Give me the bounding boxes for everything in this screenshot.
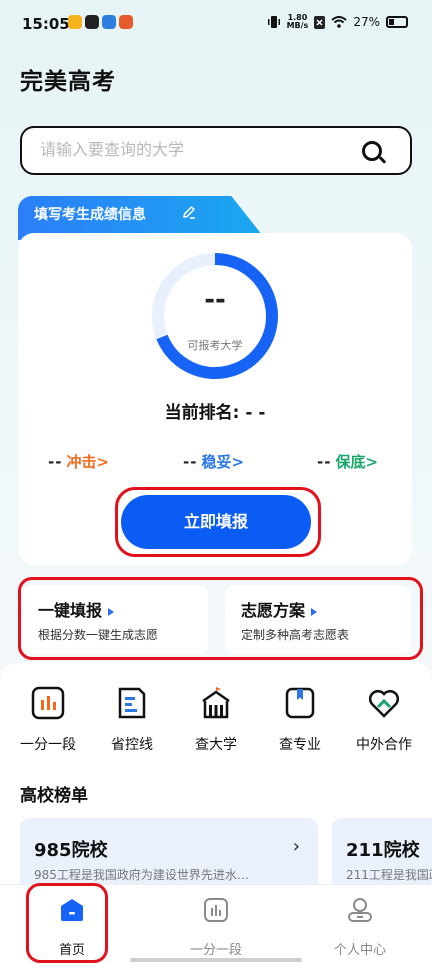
battery-icon — [386, 16, 408, 28]
feature-label: 查专业 — [279, 737, 321, 753]
nav-label: 个人中心 — [333, 943, 386, 958]
nav-score-rank[interactable]: 一分一段 — [171, 897, 261, 958]
feature-control-line[interactable]: 省控线 — [92, 686, 172, 754]
weibo-icon — [68, 15, 82, 29]
arrow-right-icon — [108, 607, 115, 616]
feature-label: 查大学 — [195, 737, 237, 753]
feature-label: 中外合作 — [356, 737, 412, 753]
arrow-right-icon — [311, 607, 318, 616]
gauge-value: -- — [204, 285, 226, 315]
heart-handshake-icon — [368, 689, 400, 718]
feature-score-rank[interactable]: 一分一段 — [8, 686, 88, 754]
score-card: -- 可报考大学 当前排名: - - -- 冲击> -- 稳妥> -- 保底> 立即填… — [18, 233, 412, 565]
chevron-right-icon: › — [292, 836, 300, 857]
pencil-icon — [183, 205, 196, 219]
rank-card-description: 985工程是我国政府为建设世界先进水… — [34, 868, 249, 882]
current-rank: 当前排名: - - — [164, 403, 266, 423]
app-icon — [102, 15, 116, 29]
plan-title: 志愿方案 — [241, 601, 306, 620]
admission-gauge: -- 可报考大学 — [148, 249, 282, 383]
status-bar: 15:05 1.80 MB/s 27% — [0, 0, 432, 50]
feature-university[interactable]: 查大学 — [176, 686, 256, 754]
rank-card-title: 985院校 — [34, 840, 108, 861]
bar-chart-icon — [31, 686, 65, 720]
university-icon — [202, 687, 230, 719]
category-rush[interactable]: -- 冲击> — [48, 451, 109, 472]
one-click-fill-title: 一键填报 — [38, 601, 103, 620]
one-click-fill-subtitle: 根据分数一键生成志愿 — [38, 628, 159, 642]
home-icon — [61, 899, 83, 921]
status-indicators: 1.80 MB/s 27% — [267, 14, 408, 30]
app-title: 完美高考 — [20, 69, 116, 95]
gauge-label: 可报考大学 — [187, 339, 243, 352]
app-icon — [85, 15, 99, 29]
one-click-fill-card[interactable]: 一键填报 根据分数一键生成志愿 — [22, 585, 208, 654]
submit-application-button[interactable]: 立即填报 — [121, 495, 311, 549]
wifi-icon — [331, 16, 347, 28]
feature-cooperation[interactable]: 中外合作 — [344, 686, 424, 754]
notification-icons — [68, 15, 133, 29]
bottom-navigation: 首页 一分一段 个人中心 — [0, 884, 432, 964]
feature-label: 一分一段 — [20, 737, 76, 753]
search-bar[interactable] — [20, 126, 412, 175]
search-icon[interactable] — [362, 141, 382, 161]
plan-card[interactable]: 志愿方案 定制多种高考志愿表 — [225, 585, 411, 654]
app-icon — [119, 15, 133, 29]
bar-chart-icon — [204, 898, 228, 922]
home-indicator — [130, 958, 302, 962]
nav-label: 一分一段 — [189, 943, 242, 958]
status-time: 15:05 — [22, 15, 70, 33]
feature-label: 省控线 — [111, 737, 153, 753]
gauge-ring — [152, 253, 278, 379]
battery-level: 27% — [353, 15, 380, 29]
network-speed: 1.80 MB/s — [286, 13, 309, 30]
plan-subtitle: 定制多种高考志愿表 — [241, 628, 350, 642]
feature-major[interactable]: 查专业 — [260, 686, 340, 754]
rank-card-description: 211工程是我国政 — [346, 868, 432, 882]
nav-profile[interactable]: 个人中心 — [315, 897, 405, 958]
bookmark-icon — [285, 687, 315, 719]
nav-label: 首页 — [58, 943, 85, 958]
document-icon — [118, 687, 146, 719]
search-input[interactable] — [40, 140, 340, 159]
nav-home[interactable]: 首页 — [27, 897, 117, 958]
rankings-title: 高校榜单 — [20, 786, 88, 806]
rank-card-title: 211院校 — [346, 840, 420, 861]
score-info-label: 填写考生成绩信息 — [34, 207, 146, 223]
category-stable[interactable]: -- 稳妥> — [183, 451, 244, 472]
user-icon — [348, 898, 372, 922]
category-safe[interactable]: -- 保底> — [317, 451, 378, 472]
vibrate-icon — [267, 16, 280, 28]
sim-icon — [314, 15, 326, 29]
